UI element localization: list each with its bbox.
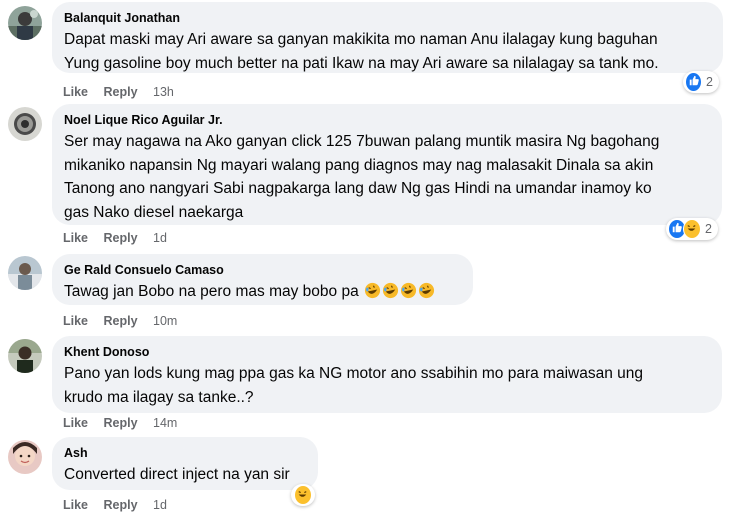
comment-text-line: Pano yan lods kung mag ppa gas ka NG mot… bbox=[64, 365, 644, 382]
comment-author[interactable]: Khent Donoso bbox=[64, 344, 710, 360]
reply-button[interactable]: Reply bbox=[104, 415, 138, 431]
comment-author[interactable]: Ge Rald Consuelo Camaso bbox=[64, 262, 461, 278]
like-reaction-icon bbox=[685, 72, 703, 92]
comment-text-line: krudo ma ilagay sa tanke..? bbox=[64, 388, 254, 406]
comment-text-line: Ser may nagawa na Ako ganyan click 125 7… bbox=[64, 133, 660, 150]
comment-actions: Like Reply 13h bbox=[63, 84, 174, 100]
comment-actions: Like Reply 10m bbox=[63, 313, 177, 329]
comment-bubble: Ge Rald Consuelo Camaso Tawag jan Bobo n… bbox=[52, 254, 473, 305]
haha-reaction-icon bbox=[683, 219, 702, 239]
comment-actions: Like Reply 1d bbox=[63, 230, 167, 246]
comment-text-line: Tawag jan Bobo na pero mas may bobo pa bbox=[64, 280, 461, 304]
reaction-count: 2 bbox=[705, 222, 712, 236]
comment-bubble: Khent Donoso Pano yan lods kung mag ppa … bbox=[52, 336, 722, 413]
comment-text-line: Tanong ano nangyari Sabi nagpakarga lang… bbox=[64, 180, 652, 197]
avatar[interactable] bbox=[8, 440, 42, 474]
rofl-emoji-icon bbox=[382, 282, 399, 299]
avatar[interactable] bbox=[8, 6, 42, 40]
comment-author[interactable]: Balanquit Jonathan bbox=[64, 10, 711, 26]
comment-author[interactable]: Ash bbox=[64, 445, 306, 461]
comment-timestamp[interactable]: 1d bbox=[153, 230, 167, 246]
like-button[interactable]: Like bbox=[63, 84, 88, 100]
reaction-summary[interactable]: 2 bbox=[683, 71, 719, 93]
comment-bubble: Ash Converted direct inject na yan sir bbox=[52, 437, 318, 490]
like-button[interactable]: Like bbox=[63, 313, 88, 329]
rofl-emoji-icon bbox=[400, 282, 417, 299]
reply-button[interactable]: Reply bbox=[104, 313, 138, 329]
like-button[interactable]: Like bbox=[63, 230, 88, 246]
comment-bubble: Noel Lique Rico Aguilar Jr. Ser may naga… bbox=[52, 104, 722, 225]
avatar[interactable] bbox=[8, 339, 42, 373]
comment-timestamp[interactable]: 1d bbox=[153, 497, 167, 512]
comment-text: Tawag jan Bobo na pero mas may bobo pa bbox=[64, 283, 359, 300]
comment-timestamp[interactable]: 10m bbox=[153, 313, 177, 329]
reply-button[interactable]: Reply bbox=[104, 84, 138, 100]
comment-actions: Like Reply 1d bbox=[63, 497, 167, 512]
haha-reaction-icon bbox=[294, 485, 312, 505]
comment-text-line: Converted direct inject na yan sir bbox=[64, 466, 290, 483]
comment-actions: Like Reply 14m bbox=[63, 415, 177, 431]
comment-text-line: mikaniko napansin Ng mayari walang pang … bbox=[64, 156, 654, 174]
comment-timestamp[interactable]: 14m bbox=[153, 415, 177, 431]
reply-button[interactable]: Reply bbox=[104, 497, 138, 512]
rofl-emoji-icon bbox=[418, 282, 435, 299]
comment-timestamp[interactable]: 13h bbox=[153, 84, 174, 100]
like-button[interactable]: Like bbox=[63, 415, 88, 431]
reaction-count: 2 bbox=[706, 75, 713, 89]
reply-button[interactable]: Reply bbox=[104, 230, 138, 246]
comment-text-line: Dapat maski may Ari aware sa ganyan maki… bbox=[64, 31, 658, 48]
comment-thread: Balanquit Jonathan Dapat maski may Ari a… bbox=[0, 0, 750, 512]
reaction-summary[interactable]: 2 bbox=[666, 218, 718, 240]
comment-text-line: Yung gasoline boy much better na pati Ik… bbox=[64, 54, 659, 72]
like-button[interactable]: Like bbox=[63, 497, 88, 512]
rofl-emoji-icon bbox=[364, 282, 381, 299]
avatar[interactable] bbox=[8, 256, 42, 290]
comment-bubble: Balanquit Jonathan Dapat maski may Ari a… bbox=[52, 2, 723, 73]
comment-author[interactable]: Noel Lique Rico Aguilar Jr. bbox=[64, 112, 710, 128]
comment-text-line: gas Nako diesel naekarga bbox=[64, 203, 244, 221]
reaction-summary[interactable] bbox=[291, 484, 315, 506]
avatar[interactable] bbox=[8, 107, 42, 141]
